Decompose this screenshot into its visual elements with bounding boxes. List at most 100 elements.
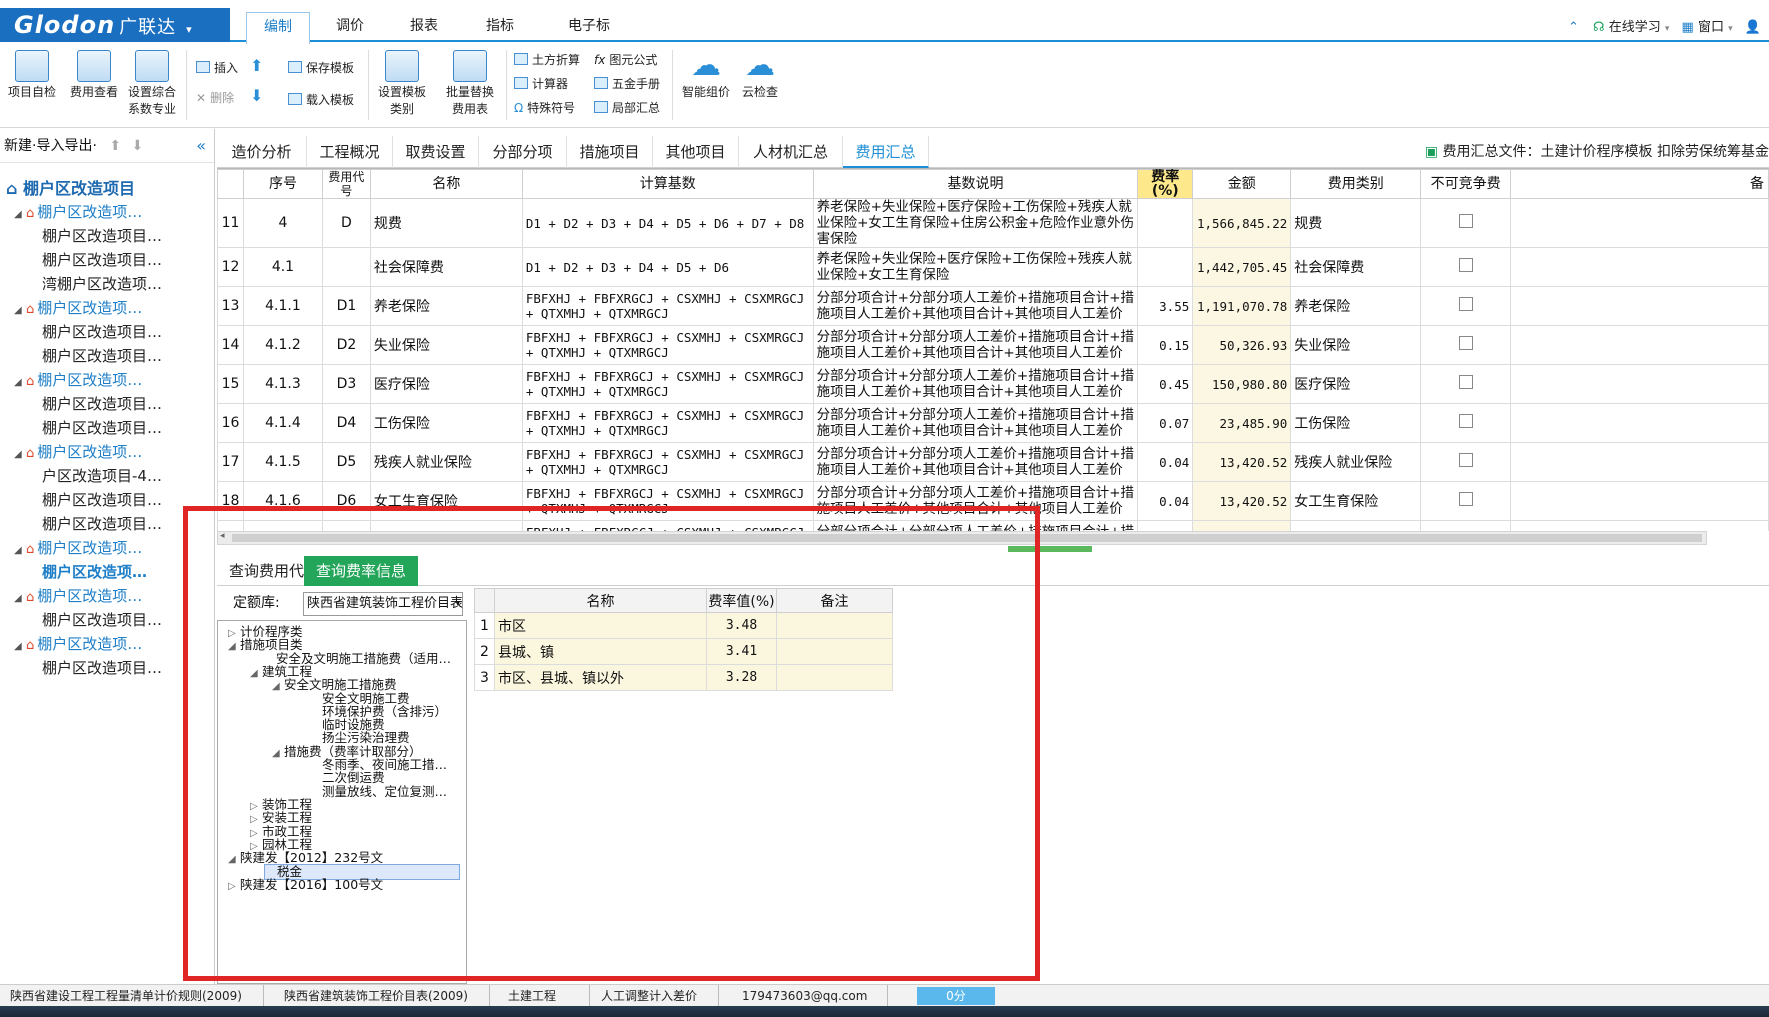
cell-remark[interactable] — [1510, 403, 1769, 443]
tree-node[interactable]: 棚户区改造项目… — [42, 609, 162, 630]
cell-base-desc[interactable]: 养老保险+失业保险+医疗保险+工伤保险+残疾人就业保险+女工生育保险+住房公积金… — [812, 198, 1139, 248]
cell-rate[interactable]: 0.07 — [1137, 403, 1194, 443]
cell-remark[interactable] — [1510, 520, 1769, 531]
cell-category[interactable]: 女工生育保险 — [1290, 481, 1422, 521]
cell-seq[interactable]: 4.1.3 — [242, 364, 323, 404]
cell-calc-base[interactable]: FBFXHJ + FBFXRGCJ + CSXMHJ + CSXMRGCJ + … — [521, 325, 814, 365]
cell-remark[interactable] — [1510, 364, 1769, 404]
cell-fee-code[interactable]: D4 — [321, 403, 371, 443]
cell-fee-code[interactable]: D1 — [321, 286, 371, 326]
checkbox[interactable] — [1458, 492, 1473, 506]
table-row[interactable]: 12 4.1 社会保障费 D1 + D2 + D3 + D4 + D5 + D6 养老保… — [217, 247, 1769, 287]
tab-edit[interactable]: 编制 — [246, 12, 310, 44]
tab-cost-analysis[interactable]: 造价分析 — [217, 136, 307, 168]
move-up-icon[interactable]: ⬆ — [250, 56, 263, 76]
cell-fee-code[interactable] — [321, 247, 371, 287]
tree-node[interactable]: 户区改造项目-4… — [42, 465, 162, 486]
cell-seq[interactable]: 4.1.1 — [242, 286, 323, 326]
cell-fee-code[interactable]: D5 — [321, 442, 371, 482]
window-menu[interactable]: 窗口 — [1698, 20, 1724, 35]
cell-non-competitive[interactable] — [1420, 364, 1512, 404]
cell-rate[interactable] — [1137, 198, 1194, 248]
cell-base-desc[interactable]: 分部分项合计+分部分项人工差价+措施项目合计+措施项目人工差价+其他项目合计+其… — [812, 286, 1139, 326]
tree-node[interactable]: ◢ ⌂ 棚户区改造项… — [14, 369, 142, 390]
table-row[interactable]: 11 4 D 规费 D1 + D2 + D3 + D4 + D5 + D6 + D7 +… — [217, 198, 1769, 248]
tab-fee-summary[interactable]: 费用汇总 — [843, 136, 929, 168]
cell-calc-base[interactable]: FBFXHJ + FBFXRGCJ + CSXMHJ + CSXMRGCJ + … — [521, 364, 814, 404]
cell-remark[interactable] — [1510, 198, 1769, 248]
col-seq[interactable]: 序号 — [242, 169, 323, 199]
earthwork-convert-button[interactable]: 土方折算 — [514, 50, 580, 70]
table-row[interactable]: 17 4.1.5 D5 残疾人就业保险 FBFXHJ + FBFXRGCJ + CSXM… — [217, 442, 1769, 482]
tree-node[interactable]: ◢ ⌂ 棚户区改造项… — [14, 201, 142, 222]
table-row[interactable]: 16 4.1.4 D4 工伤保险 FBFXHJ + FBFXRGCJ + CSXMHJ … — [217, 403, 1769, 443]
cloud-check-button[interactable]: ☁ 云检查 — [730, 50, 790, 101]
tab-project-overview[interactable]: 工程概况 — [307, 136, 393, 168]
cell-rate[interactable]: 0.04 — [1137, 442, 1194, 482]
fee-summary-file-info[interactable]: ▣ 费用汇总文件：土建计价程序模板 扣除劳保统筹基金 — [1425, 136, 1769, 168]
tree-node[interactable]: 棚户区改造项目… — [42, 417, 162, 438]
col-remark[interactable]: 备 — [1510, 169, 1769, 199]
cell-base-desc[interactable]: 养老保险+失业保险+医疗保险+工伤保险+残疾人就业保险+女工生育保险 — [812, 247, 1139, 287]
cell-remark[interactable] — [1510, 325, 1769, 365]
cell-category[interactable]: 工伤保险 — [1290, 403, 1422, 443]
table-row[interactable]: 14 4.1.2 D2 失业保险 FBFXHJ + FBFXRGCJ + CSXMHJ … — [217, 325, 1769, 365]
cell-fee-code[interactable]: D2 — [321, 325, 371, 365]
cell-rate[interactable]: 0.45 — [1137, 364, 1194, 404]
cell-remark[interactable] — [1510, 247, 1769, 287]
tree-node[interactable]: ◢ ⌂ 棚户区改造项… — [14, 297, 142, 318]
cell-name[interactable]: 社会保障费 — [369, 247, 523, 287]
checkbox[interactable] — [1458, 214, 1473, 228]
cell-non-competitive[interactable] — [1420, 481, 1512, 521]
delete-button[interactable]: ✕ 删除 — [196, 88, 234, 108]
cell-non-competitive[interactable] — [1420, 286, 1512, 326]
col-fee-code[interactable]: 费用代号 — [321, 169, 371, 199]
tree-node-selected[interactable]: 棚户区改造项… — [42, 561, 147, 582]
cell-calc-base[interactable]: D1 + D2 + D3 + D4 + D5 + D6 + D7 + D8 — [521, 198, 814, 248]
cell-non-competitive[interactable] — [1420, 325, 1512, 365]
tree-node[interactable]: 棚户区改造项目… — [42, 249, 162, 270]
checkbox[interactable] — [1458, 375, 1473, 389]
cell-non-competitive[interactable] — [1420, 198, 1512, 248]
online-learning-link[interactable]: 在线学习 — [1609, 20, 1661, 35]
cell-name[interactable]: 规费 — [369, 198, 523, 248]
col-calc-base[interactable]: 计算基数 — [521, 169, 814, 199]
cell-non-competitive[interactable] — [1420, 247, 1512, 287]
tab-e-bid[interactable]: 电子标 — [552, 12, 626, 42]
move-down-icon[interactable]: ⬇ — [250, 86, 263, 106]
set-coefficient-button[interactable]: 设置综合 系数专业 — [122, 50, 182, 118]
cell-non-competitive[interactable] — [1420, 403, 1512, 443]
cell-category[interactable]: 养老保险 — [1290, 286, 1422, 326]
arrow-down-icon[interactable]: ⬇ — [132, 138, 144, 154]
cell-rate[interactable] — [1137, 247, 1194, 287]
cell-remark[interactable] — [1510, 286, 1769, 326]
cell-base-desc[interactable]: 分部分项合计+分部分项人工差价+措施项目合计+措施项目人工差价+其他项目合计+其… — [812, 403, 1139, 443]
partial-summary-button[interactable]: 局部汇总 — [594, 98, 660, 118]
cell-category[interactable]: 社会保障费 — [1290, 247, 1422, 287]
checkbox[interactable] — [1458, 414, 1473, 428]
table-row[interactable]: 13 4.1.1 D1 养老保险 FBFXHJ + FBFXRGCJ + CSXMHJ … — [217, 286, 1769, 326]
new-import-export-menu[interactable]: 新建·导入导出· — [4, 138, 97, 154]
special-symbol-button[interactable]: Ω 特殊符号 — [514, 98, 575, 118]
cell-category[interactable]: 医疗保险 — [1290, 364, 1422, 404]
tab-measures[interactable]: 措施项目 — [567, 136, 653, 168]
app-logo[interactable]: Glodon 广联达 ▾ — [0, 8, 230, 42]
insert-button[interactable]: 插入 — [196, 58, 238, 78]
tree-node[interactable]: ◢ ⌂ 棚户区改造项… — [14, 633, 142, 654]
tree-node[interactable]: 棚户区改造项目… — [42, 393, 162, 414]
cell-seq[interactable]: 4.1.5 — [242, 442, 323, 482]
cell-name[interactable]: 失业保险 — [369, 325, 523, 365]
save-template-button[interactable]: 保存模板 — [288, 58, 354, 78]
arrow-up-icon[interactable]: ⬆ — [109, 138, 121, 154]
tab-labor-material-summary[interactable]: 人材机汇总 — [739, 136, 843, 168]
cell-base-desc[interactable]: 分部分项合计+分部分项人工差价+措施项目合计+措施项目人工差价+其他项目合计+其… — [812, 364, 1139, 404]
cell-category[interactable]: 住房公积金 — [1290, 520, 1422, 531]
cell-seq[interactable]: 4.1.4 — [242, 403, 323, 443]
cell-category[interactable]: 失业保险 — [1290, 325, 1422, 365]
tree-node[interactable]: ◢ ⌂ 棚户区改造项… — [14, 585, 142, 606]
tree-node[interactable]: 棚户区改造项目… — [42, 321, 162, 342]
cell-rate[interactable]: 0.15 — [1137, 325, 1194, 365]
cell-rate[interactable]: 0.3 — [1137, 520, 1194, 531]
cell-calc-base[interactable]: FBFXHJ + FBFXRGCJ + CSXMHJ + CSXMRGCJ + … — [521, 403, 814, 443]
cell-seq[interactable]: 4 — [242, 198, 323, 248]
